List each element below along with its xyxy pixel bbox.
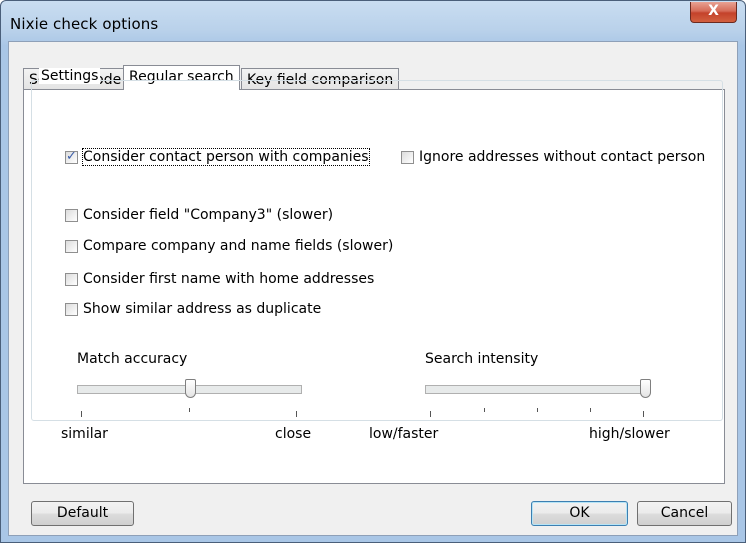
checkbox-box[interactable] — [65, 239, 78, 253]
dialog-window: Nixie check options X Search mode Regula… — [0, 0, 746, 543]
slider-tick — [643, 411, 644, 417]
match-accuracy-max-label: close — [275, 426, 312, 442]
search-intensity-slider-track[interactable] — [425, 385, 649, 394]
slider-tick — [537, 408, 538, 412]
slider-tick — [189, 408, 190, 412]
ok-button[interactable]: OK — [531, 501, 628, 526]
search-intensity-min-label: low/faster — [369, 426, 439, 442]
slider-tick — [430, 411, 431, 417]
slider-tick — [484, 408, 485, 412]
checkbox-label: Show similar address as duplicate — [83, 301, 322, 317]
window-title: Nixie check options — [10, 15, 159, 33]
consider-contact-person-checkbox[interactable]: ✓ Consider contact person with companies — [65, 148, 370, 166]
checkbox-box[interactable] — [65, 302, 78, 316]
match-accuracy-label: Match accuracy — [77, 351, 188, 367]
search-intensity-max-label: high/slower — [589, 426, 670, 442]
ignore-addresses-checkbox[interactable]: Ignore addresses without contact person — [401, 149, 705, 165]
checkbox-label: Consider first name with home addresses — [83, 271, 375, 287]
checkbox-box[interactable] — [401, 150, 414, 164]
title-bar: Nixie check options X — [1, 1, 745, 43]
settings-group-label: Settings — [39, 68, 101, 84]
slider-tick — [81, 411, 82, 417]
checkmark-icon: ✓ — [66, 148, 77, 164]
compare-company-name-checkbox[interactable]: Compare company and name fields (slower) — [65, 238, 393, 254]
show-similar-duplicate-checkbox[interactable]: Show similar address as duplicate — [65, 301, 321, 317]
slider-tick — [590, 408, 591, 412]
search-intensity-slider-thumb[interactable] — [640, 379, 651, 398]
checkbox-label: Ignore addresses without contact person — [419, 149, 706, 165]
match-accuracy-min-label: similar — [61, 426, 108, 442]
search-intensity-label: Search intensity — [425, 351, 539, 367]
cancel-button[interactable]: Cancel — [637, 501, 732, 526]
consider-company3-checkbox[interactable]: Consider field "Company3" (slower) — [65, 207, 333, 223]
close-button[interactable]: X — [690, 2, 737, 23]
consider-first-name-checkbox[interactable]: Consider first name with home addresses — [65, 271, 374, 287]
checkbox-box[interactable] — [65, 272, 78, 286]
checkbox-box[interactable] — [65, 208, 78, 222]
default-button[interactable]: Default — [31, 501, 134, 526]
checkbox-label: Compare company and name fields (slower) — [83, 238, 394, 254]
slider-tick — [296, 411, 297, 417]
checkbox-box[interactable]: ✓ — [65, 148, 78, 164]
match-accuracy-slider-thumb[interactable] — [184, 379, 196, 398]
checkbox-label: Consider contact person with companies — [82, 148, 370, 166]
checkbox-label: Consider field "Company3" (slower) — [83, 207, 334, 223]
